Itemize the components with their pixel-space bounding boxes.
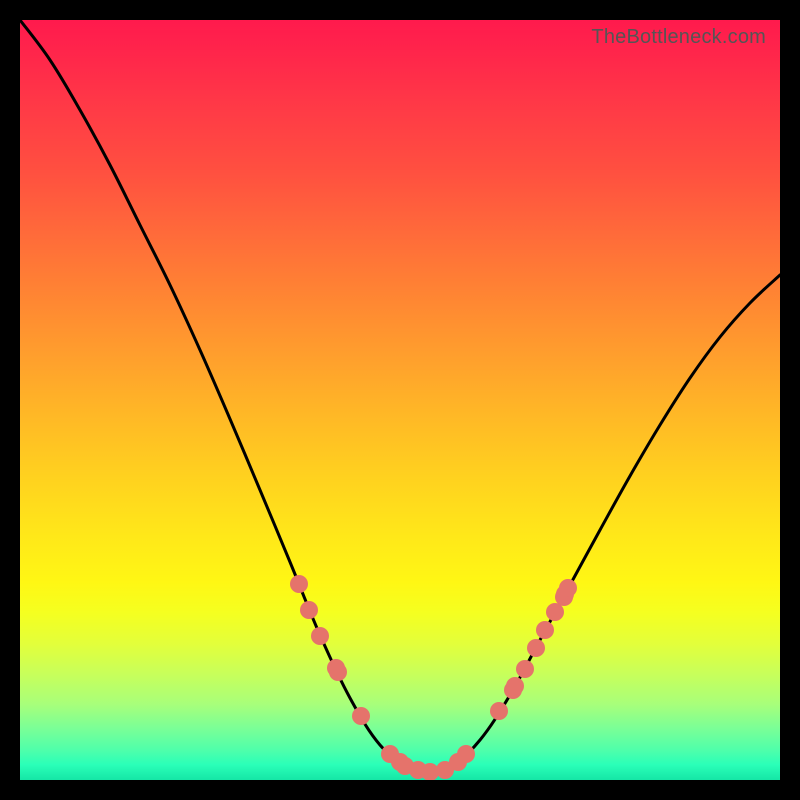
data-marker bbox=[559, 579, 577, 597]
watermark-text: TheBottleneck.com bbox=[591, 26, 766, 49]
bottleneck-curve bbox=[20, 20, 430, 772]
data-marker bbox=[490, 702, 508, 720]
data-marker bbox=[352, 707, 370, 725]
chart-frame: TheBottleneck.com bbox=[0, 0, 800, 800]
data-marker bbox=[300, 601, 318, 619]
data-marker bbox=[290, 575, 308, 593]
chart-svg bbox=[20, 20, 780, 780]
data-marker bbox=[546, 603, 564, 621]
data-marker bbox=[329, 663, 347, 681]
data-marker bbox=[506, 677, 524, 695]
data-marker bbox=[516, 660, 534, 678]
data-marker bbox=[311, 627, 329, 645]
bottleneck-curve bbox=[430, 275, 780, 772]
data-marker bbox=[457, 745, 475, 763]
data-marker bbox=[527, 639, 545, 657]
plot-area: TheBottleneck.com bbox=[20, 20, 780, 780]
data-marker bbox=[536, 621, 554, 639]
